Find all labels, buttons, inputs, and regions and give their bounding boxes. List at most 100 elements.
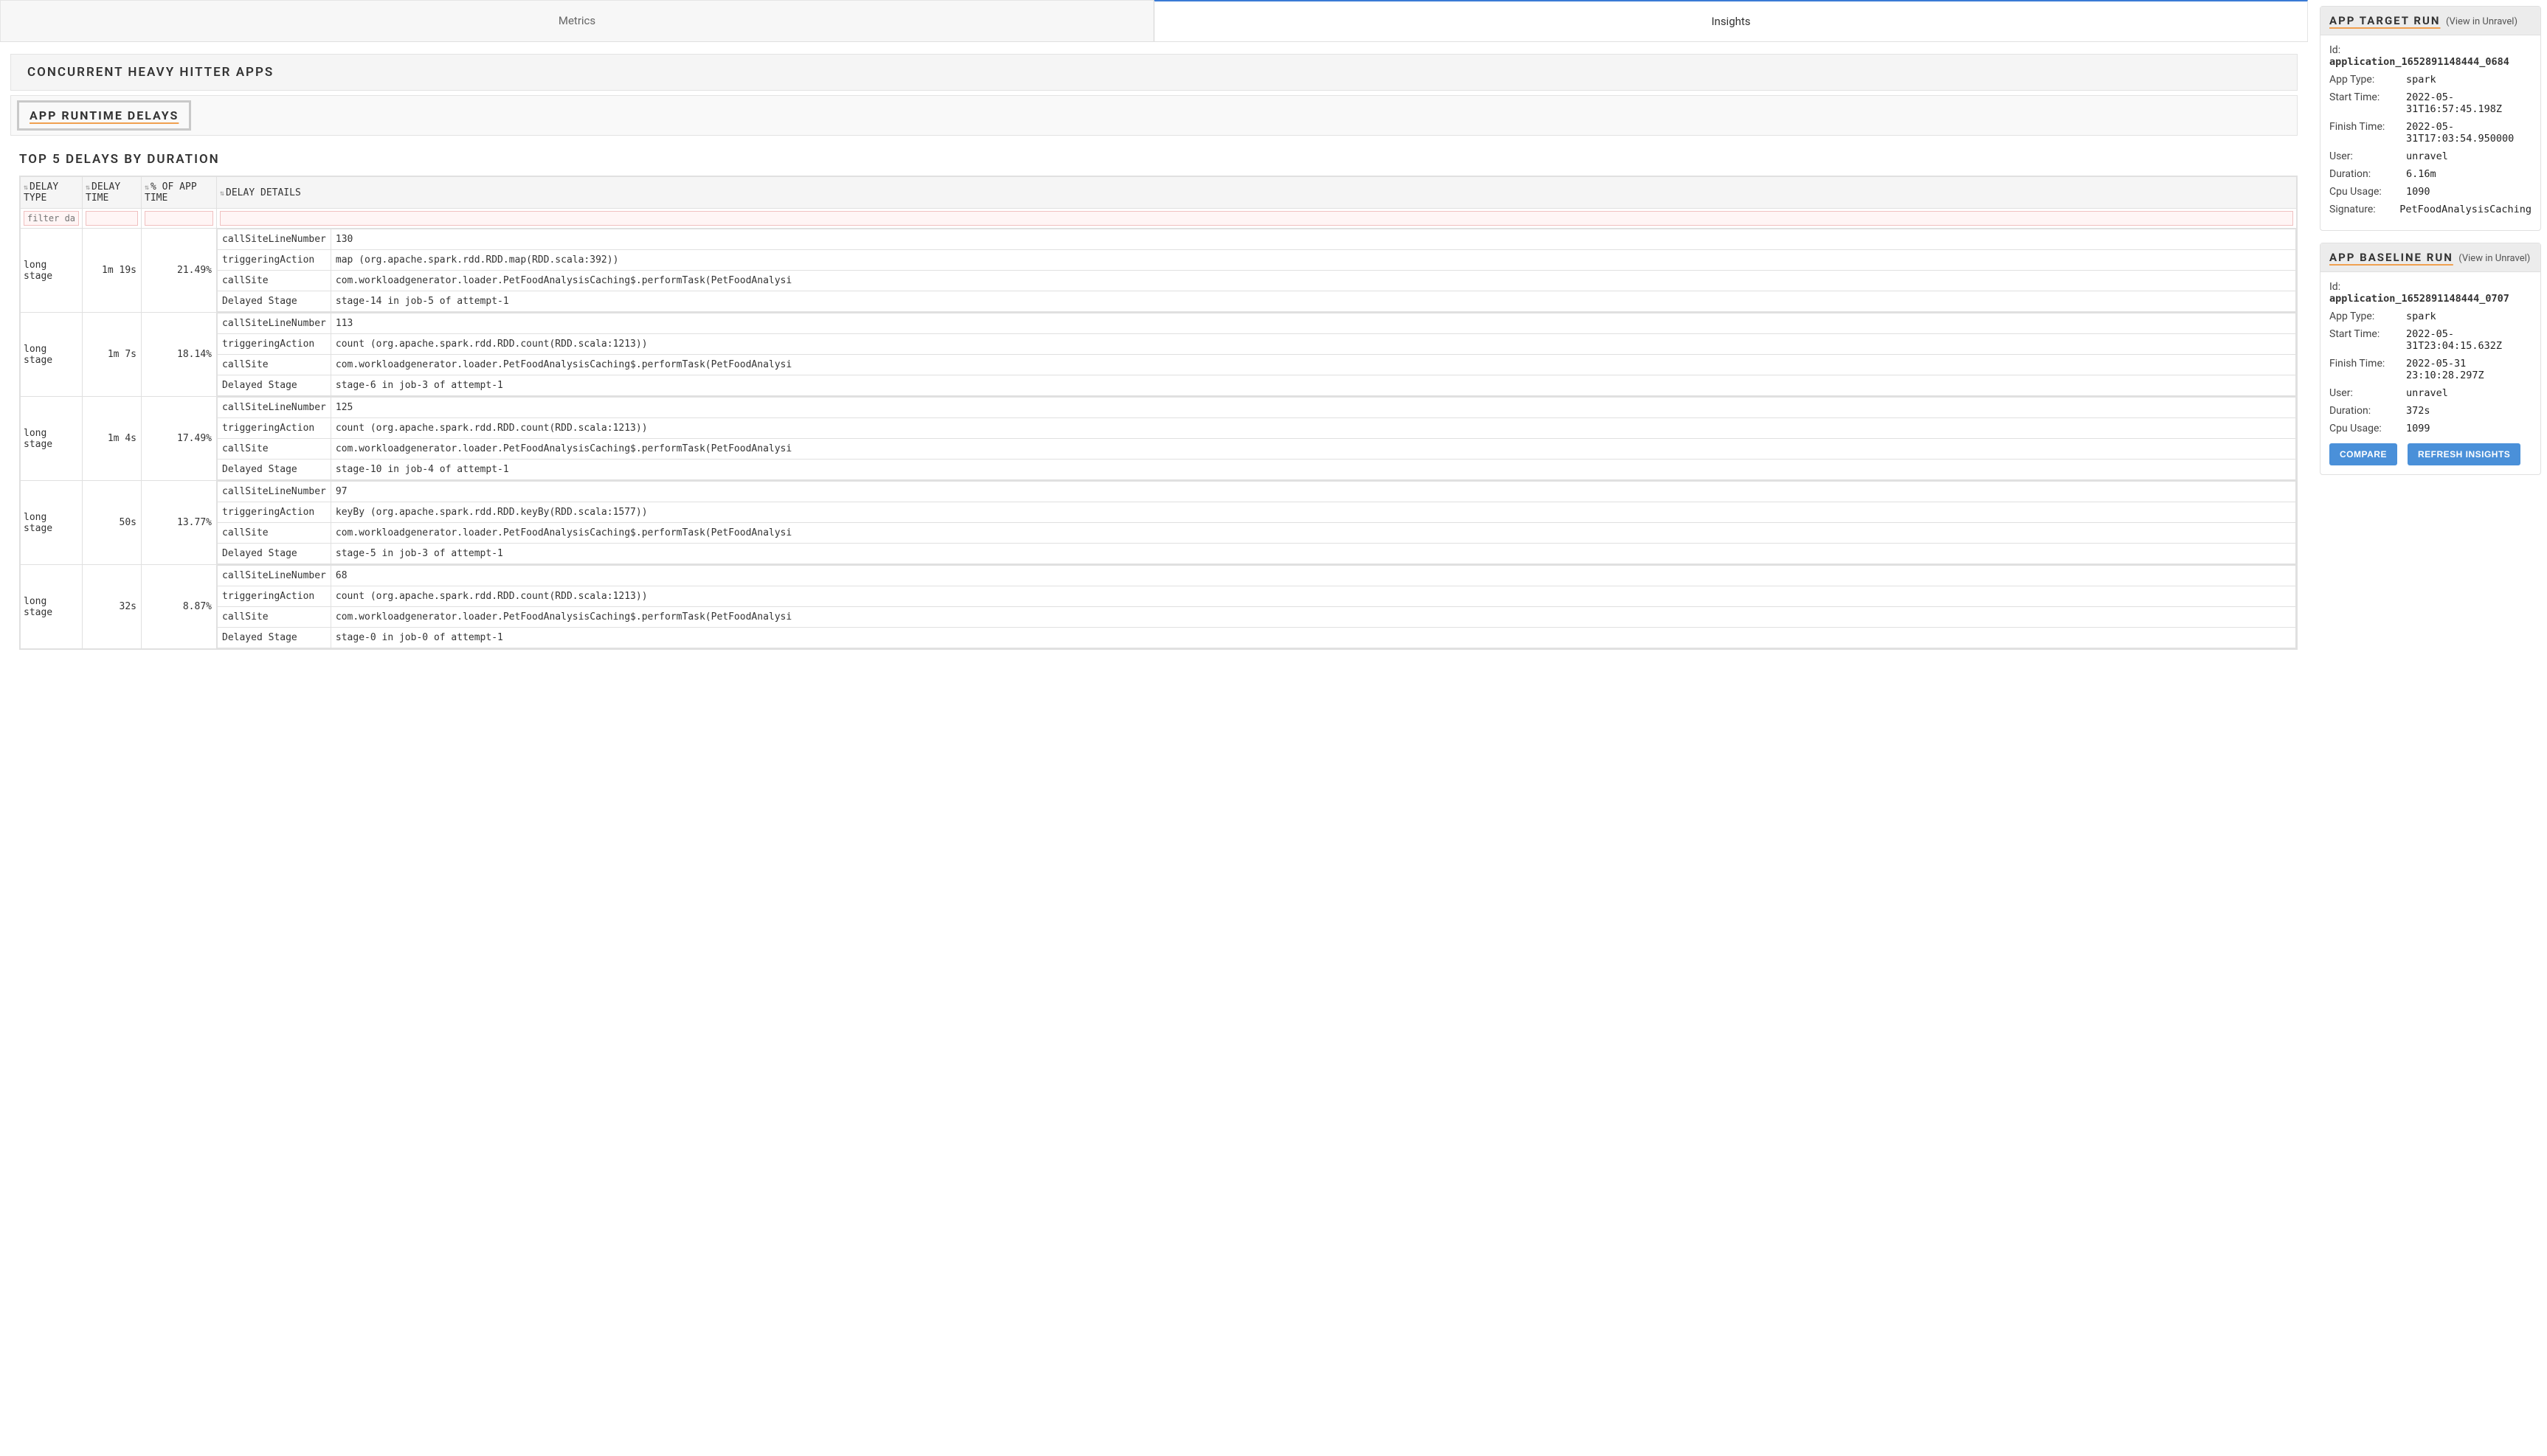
filter-delay-type[interactable] — [24, 211, 79, 226]
sort-icon: ⇅ — [220, 190, 224, 198]
sort-icon: ⇅ — [86, 184, 90, 192]
refresh-insights-button[interactable]: REFRESH INSIGHTS — [2408, 443, 2520, 465]
view-in-unravel-link[interactable]: (View in Unravel) — [2446, 16, 2517, 27]
target-id-value: application_1652891148444_0684 — [2329, 56, 2509, 68]
tabs: Metrics Insights — [0, 0, 2308, 42]
detail-value: stage-10 in job-4 of attempt-1 — [331, 460, 2295, 480]
info-key: Signature: — [2329, 204, 2394, 215]
view-in-unravel-link[interactable]: (View in Unravel) — [2458, 253, 2530, 264]
detail-key: callSite — [218, 355, 331, 375]
detail-value: keyBy (org.apache.spark.rdd.RDD.keyBy(RD… — [331, 502, 2295, 523]
info-key: Finish Time: — [2329, 121, 2400, 145]
col-delay-details[interactable]: ⇅DELAY DETAILS — [217, 177, 2297, 209]
info-key: Duration: — [2329, 405, 2400, 417]
col-delay-time[interactable]: ⇅DELAY TIME — [83, 177, 142, 209]
info-row: User:unravel — [2329, 387, 2532, 399]
info-value: unravel — [2406, 387, 2532, 399]
detail-value: com.workloadgenerator.loader.PetFoodAnal… — [331, 271, 2295, 291]
detail-key: Delayed Stage — [218, 460, 331, 480]
info-row: Finish Time: 2022-05-31 23:10:28.297Z — [2329, 358, 2532, 381]
detail-value: 130 — [331, 229, 2295, 250]
info-key: User: — [2329, 150, 2400, 162]
info-value: 372s — [2406, 405, 2532, 417]
detail-key: triggeringAction — [218, 334, 331, 355]
detail-value: 97 — [331, 482, 2295, 502]
info-row: App Type:spark — [2329, 74, 2532, 86]
col-pct-app-time[interactable]: ⇅% OF APP TIME — [142, 177, 217, 209]
info-value: 2022-05-31 23:10:28.297Z — [2406, 358, 2532, 381]
detail-value: 68 — [331, 566, 2295, 586]
delay-details-cell: callSiteLineNumber130triggeringActionmap… — [217, 229, 2297, 313]
delay-type-cell: long stage — [21, 229, 83, 313]
detail-key: Delayed Stage — [218, 291, 331, 312]
info-row: Signature: PetFoodAnalysisCaching — [2329, 204, 2532, 215]
app-baseline-run-title: APP BASELINE RUN — [2329, 251, 2453, 264]
detail-value: com.workloadgenerator.loader.PetFoodAnal… — [331, 439, 2295, 460]
info-value: spark — [2406, 311, 2532, 322]
detail-key: callSiteLineNumber — [218, 229, 331, 250]
info-key: Cpu Usage: — [2329, 186, 2400, 198]
delay-pct-cell: 8.87% — [142, 565, 217, 649]
delay-type-cell: long stage — [21, 397, 83, 481]
info-value: 2022-05-31T16:57:45.198Z — [2406, 91, 2532, 115]
col-delay-type[interactable]: ⇅DELAY TYPE — [21, 177, 83, 209]
delay-time-cell: 32s — [83, 565, 142, 649]
info-row: Finish Time:2022-05-31T17:03:54.950000 — [2329, 121, 2532, 145]
sort-icon: ⇅ — [145, 184, 149, 192]
tab-insights[interactable]: Insights — [1154, 0, 2308, 41]
delay-pct-cell: 21.49% — [142, 229, 217, 313]
table-row: long stage1m 4s17.49%callSiteLineNumber1… — [21, 397, 2297, 481]
app-target-run-panel: APP TARGET RUN (View in Unravel) Id: app… — [2320, 6, 2541, 231]
tab-metrics[interactable]: Metrics — [0, 0, 1154, 41]
info-row: Cpu Usage:1099 — [2329, 423, 2532, 434]
detail-key: callSiteLineNumber — [218, 398, 331, 418]
app-runtime-delays-link[interactable]: APP RUNTIME DELAYS — [17, 100, 191, 131]
info-key: Finish Time: — [2329, 358, 2400, 381]
app-target-run-title: APP TARGET RUN — [2329, 14, 2440, 27]
info-key: Start Time: — [2329, 328, 2400, 352]
info-row: Duration: 372s — [2329, 405, 2532, 417]
info-row: Start Time:2022-05-31T16:57:45.198Z — [2329, 91, 2532, 115]
detail-value: count (org.apache.spark.rdd.RDD.count(RD… — [331, 586, 2295, 607]
detail-key: callSiteLineNumber — [218, 313, 331, 334]
info-value: 2022-05-31T23:04:15.632Z — [2406, 328, 2532, 352]
delay-time-cell: 1m 19s — [83, 229, 142, 313]
info-key: Duration: — [2329, 168, 2400, 180]
table-row: long stage32s8.87%callSiteLineNumber68tr… — [21, 565, 2297, 649]
detail-value: 113 — [331, 313, 2295, 334]
delay-time-cell: 1m 7s — [83, 313, 142, 397]
delay-pct-cell: 13.77% — [142, 481, 217, 565]
detail-key: callSite — [218, 523, 331, 544]
detail-key: callSiteLineNumber — [218, 482, 331, 502]
table-row: long stage1m 19s21.49%callSiteLineNumber… — [21, 229, 2297, 313]
detail-value: 125 — [331, 398, 2295, 418]
info-row: Start Time:2022-05-31T23:04:15.632Z — [2329, 328, 2532, 352]
heavy-hitter-title: CONCURRENT HEAVY HITTER APPS — [27, 65, 2281, 80]
heavy-hitter-header: CONCURRENT HEAVY HITTER APPS — [10, 54, 2298, 91]
info-value: 1090 — [2406, 186, 2532, 198]
info-value: 2022-05-31T17:03:54.950000 — [2406, 121, 2532, 145]
delay-details-cell: callSiteLineNumber68triggeringActioncoun… — [217, 565, 2297, 649]
baseline-id-label: Id: — [2329, 281, 2532, 293]
detail-value: stage-14 in job-5 of attempt-1 — [331, 291, 2295, 312]
filter-delay-time[interactable] — [86, 211, 138, 226]
baseline-id-value: application_1652891148444_0707 — [2329, 293, 2509, 305]
delay-time-cell: 1m 4s — [83, 397, 142, 481]
filter-details[interactable] — [220, 211, 2293, 226]
info-value: 6.16m — [2406, 168, 2532, 180]
delay-type-cell: long stage — [21, 481, 83, 565]
detail-key: triggeringAction — [218, 418, 331, 439]
info-value: PetFoodAnalysisCaching — [2399, 204, 2532, 215]
detail-key: Delayed Stage — [218, 628, 331, 648]
detail-value: com.workloadgenerator.loader.PetFoodAnal… — [331, 355, 2295, 375]
info-row: Cpu Usage: 1090 — [2329, 186, 2532, 198]
filter-pct[interactable] — [145, 211, 213, 226]
detail-key: Delayed Stage — [218, 375, 331, 396]
detail-key: triggeringAction — [218, 586, 331, 607]
table-row: long stage50s13.77%callSiteLineNumber97t… — [21, 481, 2297, 565]
info-key: Start Time: — [2329, 91, 2400, 115]
compare-button[interactable]: COMPARE — [2329, 443, 2397, 465]
delay-details-cell: callSiteLineNumber125triggeringActioncou… — [217, 397, 2297, 481]
info-row: App Type:spark — [2329, 311, 2532, 322]
detail-value: stage-6 in job-3 of attempt-1 — [331, 375, 2295, 396]
